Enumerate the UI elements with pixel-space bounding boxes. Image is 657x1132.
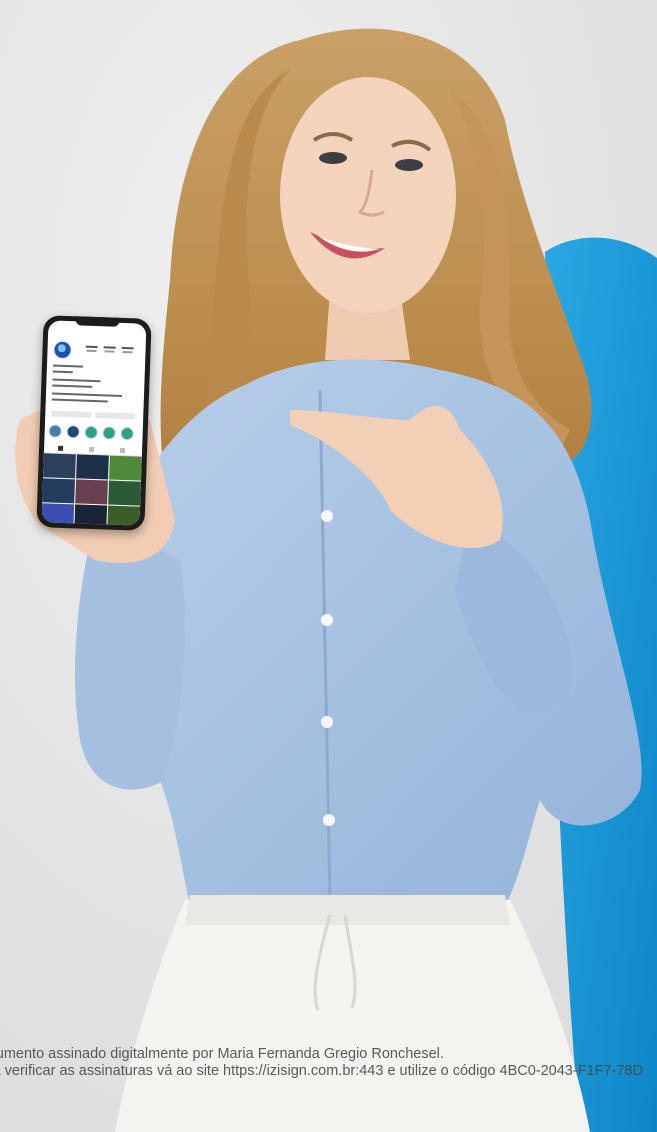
post-thumbnail[interactable] [42,478,76,504]
post-thumbnail[interactable] [109,455,142,481]
follow-button[interactable] [51,410,92,418]
reels-icon[interactable] [88,446,95,453]
shirt-button [323,814,335,826]
story-highlight[interactable] [66,425,80,439]
shirt-button [321,716,333,728]
post-thumbnail[interactable] [74,504,108,526]
shirt-button [321,510,333,522]
phone-screen [41,320,147,526]
white-pants [115,900,590,1132]
story-highlight[interactable] [102,426,116,440]
shirt-button [321,614,333,626]
post-thumbnail[interactable] [76,454,109,480]
post-thumbnail[interactable] [41,503,75,526]
watermark-line-2: Para verificar as assinaturas vá ao site… [0,1063,643,1079]
story-highlight[interactable] [48,424,62,438]
bio-line [51,392,122,397]
profile-header [53,340,140,362]
watermark-line-1: Documento assinado digitalmente por Mari… [0,1046,444,1062]
post-thumbnail[interactable] [108,480,141,506]
bio-line [51,398,108,403]
signature-watermark: Documento assinado digitalmente por Mari… [0,1046,643,1080]
stat-following [121,346,134,350]
left-eye [319,152,347,164]
message-button[interactable] [95,412,136,420]
smartphone [36,315,152,531]
tagged-icon[interactable] [119,447,126,454]
post-thumbnail[interactable] [107,505,141,526]
post-thumbnail[interactable] [43,453,76,479]
stat-followers [103,346,116,349]
bio-line [52,378,101,383]
story-highlight[interactable] [120,426,134,441]
grid-icon[interactable] [58,445,64,451]
story-highlight[interactable] [84,425,98,440]
post-thumbnail[interactable] [75,479,109,505]
bio-line [52,384,93,388]
profile-avatar [53,340,72,360]
bio-line [52,370,73,374]
post-grid [41,453,142,526]
photo-scene [0,0,657,1132]
phone-notch [75,316,120,327]
right-eye [395,159,423,171]
stat-posts [85,345,98,349]
bio-line [52,364,83,368]
pants-waistband [185,895,510,925]
